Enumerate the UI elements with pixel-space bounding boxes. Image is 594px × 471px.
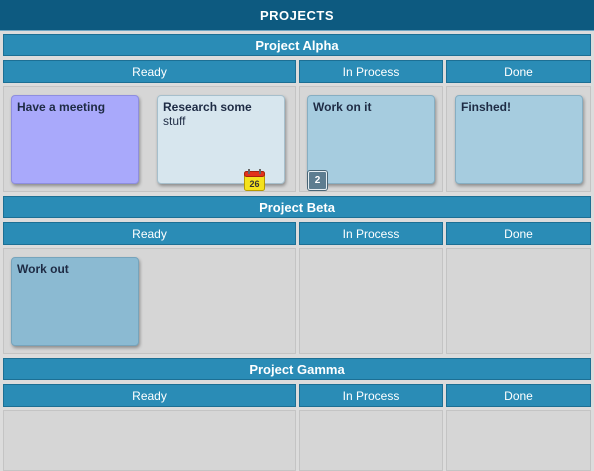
projects-title: PROJECTS xyxy=(0,0,594,31)
gamma-inprocess-lane[interactable] xyxy=(299,410,443,471)
project-alpha-header[interactable]: Project Alpha xyxy=(3,34,591,56)
alpha-ready-column-header: Ready xyxy=(3,60,296,83)
beta-inprocess-column-header: In Process xyxy=(299,222,443,245)
card-title: Research some xyxy=(163,100,252,114)
card-have-a-meeting[interactable]: Have a meeting xyxy=(11,95,139,184)
card-title: Work on it xyxy=(313,100,372,114)
beta-inprocess-lane[interactable] xyxy=(299,248,443,354)
gamma-ready-column-header: Ready xyxy=(3,384,296,407)
beta-done-column-header: Done xyxy=(446,222,591,245)
calendar-icon[interactable]: 26 xyxy=(244,169,265,191)
card-title: Finshed! xyxy=(461,100,511,114)
card-finshed[interactable]: Finshed! xyxy=(455,95,583,184)
card-research-some-stuff[interactable]: Research some stuff xyxy=(157,95,285,184)
gamma-inprocess-column-header: In Process xyxy=(299,384,443,407)
gamma-done-column-header: Done xyxy=(446,384,591,407)
project-gamma-header[interactable]: Project Gamma xyxy=(3,358,591,380)
count-badge[interactable]: 2 xyxy=(308,171,327,190)
calendar-day: 26 xyxy=(249,179,259,189)
beta-ready-column-header: Ready xyxy=(3,222,296,245)
card-title: Have a meeting xyxy=(17,100,106,114)
gamma-done-lane[interactable] xyxy=(446,410,591,471)
card-work-out[interactable]: Work out xyxy=(11,257,139,346)
card-detail: stuff xyxy=(163,114,186,128)
alpha-done-column-header: Done xyxy=(446,60,591,83)
gamma-ready-lane[interactable] xyxy=(3,410,296,471)
project-beta-header[interactable]: Project Beta xyxy=(3,196,591,218)
beta-done-lane[interactable] xyxy=(446,248,591,354)
card-title: Work out xyxy=(17,262,69,276)
alpha-inprocess-column-header: In Process xyxy=(299,60,443,83)
